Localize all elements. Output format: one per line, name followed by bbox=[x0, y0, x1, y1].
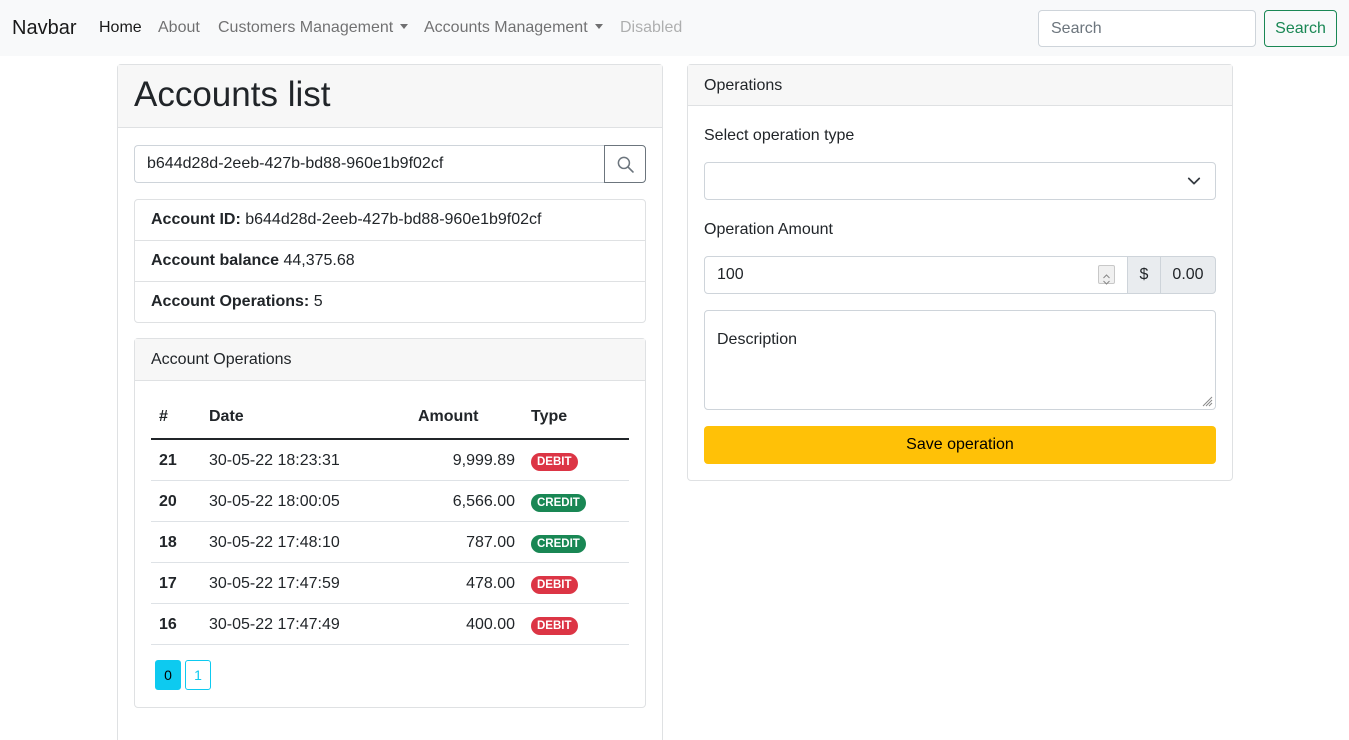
accounts-card-header: Accounts list bbox=[118, 65, 662, 128]
nav-dropdown-customers-management[interactable]: Customers Management bbox=[218, 19, 409, 37]
account-operations-card: Account Operations # Date Amount Type 21… bbox=[134, 338, 646, 708]
account-balance-value: 44,375.68 bbox=[283, 252, 355, 269]
account-balance-item: Account balance 44,375.68 bbox=[135, 241, 645, 282]
operation-amount-input[interactable]: 100 bbox=[704, 256, 1128, 294]
operation-type-badge: DEBIT bbox=[531, 576, 578, 594]
navbar-search-button[interactable]: Search bbox=[1264, 10, 1337, 47]
account-id-search-input[interactable] bbox=[134, 145, 605, 183]
spinner-arrows-icon bbox=[1103, 274, 1110, 285]
operation-id: 21 bbox=[159, 452, 177, 469]
operation-id: 16 bbox=[159, 616, 177, 633]
operations-card: Operations Select operation type Operati… bbox=[687, 64, 1233, 481]
table-row: 20 30-05-22 18:00:05 6,566.00 CREDIT bbox=[151, 481, 629, 522]
account-id-label: Account ID: bbox=[151, 211, 241, 228]
resize-handle-icon[interactable] bbox=[1201, 395, 1213, 407]
currency-addon: $ bbox=[1127, 256, 1161, 294]
amount-display-addon: 0.00 bbox=[1160, 256, 1216, 294]
operation-amount: 478.00 bbox=[466, 575, 515, 592]
nav-dropdown-accounts-management[interactable]: Accounts Management bbox=[424, 19, 603, 37]
operation-type-badge: DEBIT bbox=[531, 617, 578, 635]
caret-down-icon bbox=[400, 24, 409, 29]
account-info-list: Account ID: b644d28d-2eeb-427b-bd88-960e… bbox=[134, 199, 646, 323]
operation-date: 30-05-22 18:23:31 bbox=[209, 452, 340, 469]
search-icon bbox=[617, 156, 634, 173]
column-header-number: # bbox=[159, 408, 168, 425]
save-operation-button[interactable]: Save operation bbox=[704, 426, 1216, 464]
account-operations-label: Account Operations: bbox=[151, 293, 310, 310]
account-search-button[interactable] bbox=[604, 145, 646, 183]
account-operations-title: Account Operations bbox=[135, 339, 645, 381]
number-spinner[interactable] bbox=[1098, 265, 1115, 285]
column-header-type: Type bbox=[531, 408, 568, 425]
operation-date: 30-05-22 17:48:10 bbox=[209, 534, 340, 551]
account-balance-label: Account balance bbox=[151, 252, 280, 269]
nav-link-about[interactable]: About bbox=[158, 19, 200, 37]
operation-type-badge: DEBIT bbox=[531, 453, 578, 471]
nav-link-disabled: Disabled bbox=[620, 19, 683, 36]
table-row: 17 30-05-22 17:47:59 478.00 DEBIT bbox=[151, 563, 629, 604]
nav-link-home[interactable]: Home bbox=[99, 19, 142, 37]
operation-amount: 787.00 bbox=[466, 534, 515, 551]
column-header-amount: Amount bbox=[418, 408, 479, 425]
operation-id: 20 bbox=[159, 493, 177, 510]
operation-amount-value: 100 bbox=[717, 266, 744, 283]
operation-amount: 400.00 bbox=[466, 616, 515, 633]
chevron-down-icon bbox=[1187, 177, 1201, 185]
accounts-card: Accounts list Account ID: b644d28d-2eeb-… bbox=[117, 64, 663, 740]
operation-type-badge: CREDIT bbox=[531, 494, 586, 512]
operations-card-header: Operations bbox=[688, 65, 1232, 106]
page-button-1[interactable]: 1 bbox=[185, 660, 211, 690]
account-operations-count-item: Account Operations: 5 bbox=[135, 282, 645, 323]
navbar-brand[interactable]: Navbar bbox=[12, 17, 76, 40]
caret-down-icon bbox=[594, 24, 603, 29]
operation-amount: 6,566.00 bbox=[452, 493, 515, 510]
operation-date: 30-05-22 18:00:05 bbox=[209, 493, 340, 510]
description-textarea[interactable]: Description bbox=[704, 310, 1216, 410]
column-header-date: Date bbox=[209, 408, 244, 425]
table-row: 18 30-05-22 17:48:10 787.00 CREDIT bbox=[151, 522, 629, 563]
operation-id: 17 bbox=[159, 575, 177, 592]
operation-type-label: Select operation type bbox=[704, 127, 855, 144]
operation-date: 30-05-22 17:47:59 bbox=[209, 575, 340, 592]
page-button-0[interactable]: 0 bbox=[155, 660, 181, 690]
account-id-item: Account ID: b644d28d-2eeb-427b-bd88-960e… bbox=[135, 200, 645, 241]
page-title: Accounts list bbox=[134, 75, 331, 114]
operation-amount: 9,999.89 bbox=[452, 452, 515, 469]
operation-amount-label: Operation Amount bbox=[704, 221, 833, 238]
operation-id: 18 bbox=[159, 534, 177, 551]
navbar-search-input[interactable] bbox=[1038, 10, 1256, 47]
account-operations-value: 5 bbox=[313, 293, 323, 310]
operation-type-select[interactable] bbox=[704, 162, 1216, 200]
table-row: 21 30-05-22 18:23:31 9,999.89 DEBIT bbox=[151, 440, 629, 481]
navbar: Navbar Home About Customers Management A… bbox=[0, 0, 1349, 56]
nav-dropdown-label: Customers Management bbox=[218, 19, 394, 36]
description-placeholder: Description bbox=[717, 331, 798, 348]
nav-dropdown-label: Accounts Management bbox=[424, 19, 588, 36]
operation-date: 30-05-22 17:47:49 bbox=[209, 616, 340, 633]
table-row: 16 30-05-22 17:47:49 400.00 DEBIT bbox=[151, 604, 629, 645]
operation-type-badge: CREDIT bbox=[531, 535, 586, 553]
account-id-value: b644d28d-2eeb-427b-bd88-960e1b9f02cf bbox=[245, 211, 542, 228]
